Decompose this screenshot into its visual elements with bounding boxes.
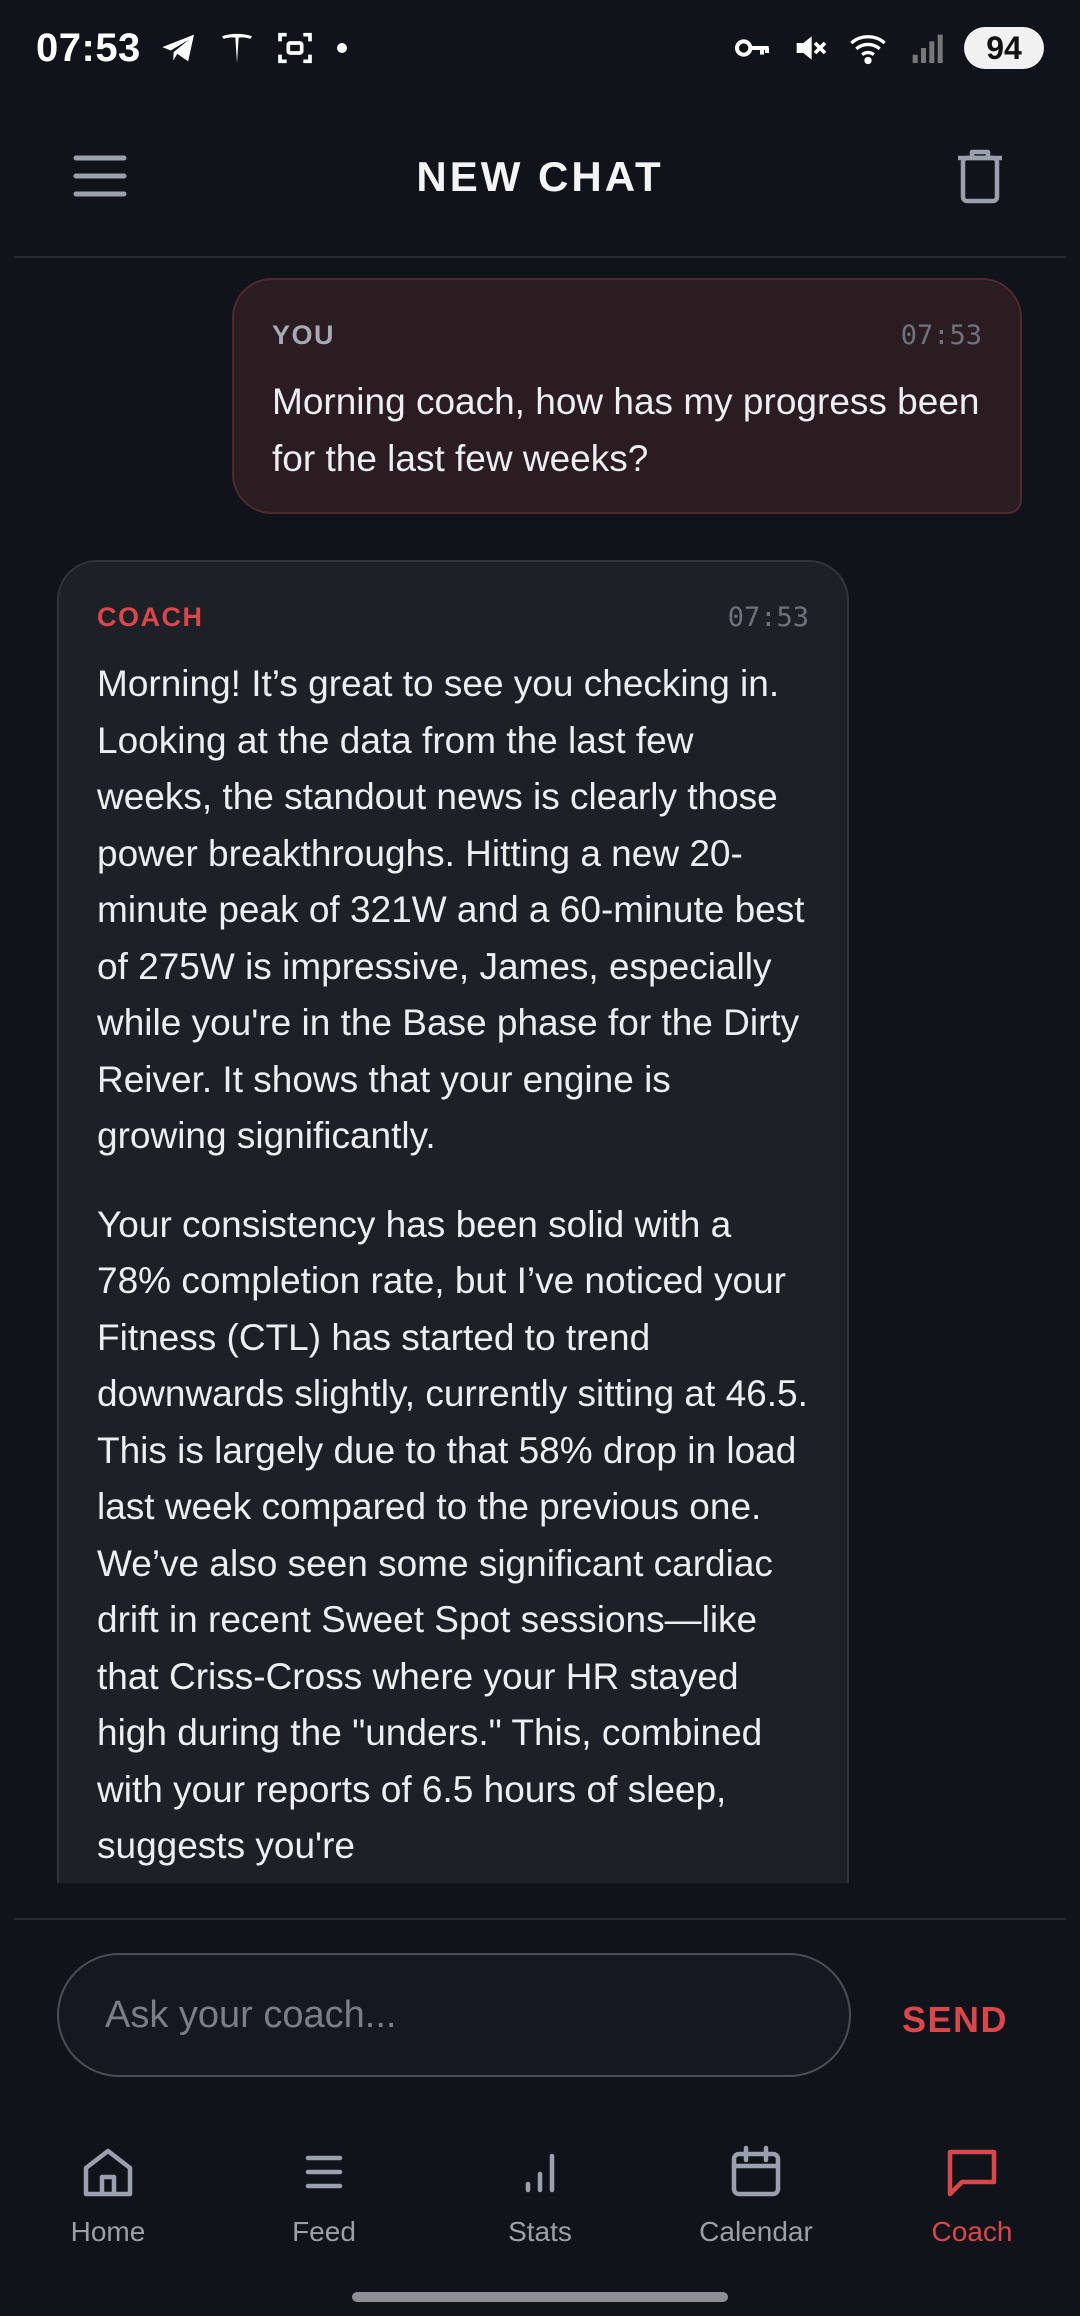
menu-button[interactable] bbox=[60, 136, 140, 216]
sender-label: YOU bbox=[272, 319, 336, 350]
message-paragraph: Your consistency has been solid with a 7… bbox=[97, 1203, 808, 1867]
message-text: Morning coach, how has my progress been … bbox=[272, 381, 980, 479]
status-left: 07:53 bbox=[36, 26, 347, 71]
delete-chat-button[interactable] bbox=[940, 136, 1020, 216]
trash-icon bbox=[958, 149, 1002, 204]
nav-label: Feed bbox=[292, 2216, 356, 2247]
wifi-icon bbox=[848, 28, 888, 68]
message-meta: COACH 07:53 bbox=[97, 600, 809, 634]
status-right: 94 bbox=[732, 27, 1044, 69]
status-time: 07:53 bbox=[36, 25, 141, 70]
bottom-nav: Home Feed Stats Calendar Coach bbox=[0, 2120, 1080, 2260]
sender-label: COACH bbox=[97, 601, 204, 632]
tesla-icon bbox=[217, 28, 257, 68]
message-input-container[interactable] bbox=[57, 1953, 851, 2077]
nav-item-feed[interactable]: Feed bbox=[216, 2120, 432, 2260]
nav-label: Calendar bbox=[699, 2216, 813, 2247]
input-divider bbox=[14, 1918, 1066, 1920]
page-title: NEW CHAT bbox=[416, 153, 664, 200]
telegram-icon bbox=[159, 28, 199, 68]
nav-item-coach[interactable]: Coach bbox=[864, 2120, 1080, 2260]
home-indicator[interactable] bbox=[352, 2292, 728, 2302]
message-body: Morning! It’s great to see you checking … bbox=[97, 656, 809, 1875]
message-input[interactable] bbox=[103, 1992, 849, 2038]
app-header: NEW CHAT bbox=[0, 96, 1080, 258]
nav-label: Coach bbox=[931, 2216, 1013, 2247]
vpn-key-icon bbox=[732, 28, 772, 68]
screenshot-icon bbox=[275, 28, 315, 68]
nav-label: Stats bbox=[508, 2216, 572, 2247]
message-time: 07:53 bbox=[900, 319, 982, 351]
status-bar: 07:53 94 bbox=[0, 0, 1080, 96]
signal-icon bbox=[906, 28, 946, 68]
nav-item-calendar[interactable]: Calendar bbox=[648, 2120, 864, 2260]
home-icon bbox=[78, 2142, 138, 2202]
menu-icon bbox=[73, 155, 127, 197]
stats-icon bbox=[510, 2142, 570, 2202]
mute-icon bbox=[790, 28, 830, 68]
calendar-icon bbox=[726, 2142, 786, 2202]
message-meta: YOU 07:53 bbox=[272, 318, 982, 352]
nav-item-home[interactable]: Home bbox=[0, 2120, 216, 2260]
nav-item-stats[interactable]: Stats bbox=[432, 2120, 648, 2260]
app-screen: 07:53 94 NEW CHAT YOU 07:53 Morning coac… bbox=[0, 0, 1080, 2316]
feed-icon bbox=[294, 2142, 354, 2202]
user-message: YOU 07:53 Morning coach, how has my prog… bbox=[232, 278, 1022, 514]
coach-message: COACH 07:53 Morning! It’s great to see y… bbox=[57, 560, 849, 1883]
message-time: 07:53 bbox=[727, 601, 809, 633]
chat-thread: YOU 07:53 Morning coach, how has my prog… bbox=[0, 258, 1080, 1883]
send-button[interactable]: SEND bbox=[880, 1985, 1030, 2055]
dot-icon bbox=[336, 43, 347, 53]
chat-icon bbox=[942, 2142, 1002, 2202]
message-paragraph: Morning! It’s great to see you checking … bbox=[97, 663, 805, 1156]
battery-indicator: 94 bbox=[964, 27, 1044, 69]
nav-label: Home bbox=[70, 2216, 146, 2247]
